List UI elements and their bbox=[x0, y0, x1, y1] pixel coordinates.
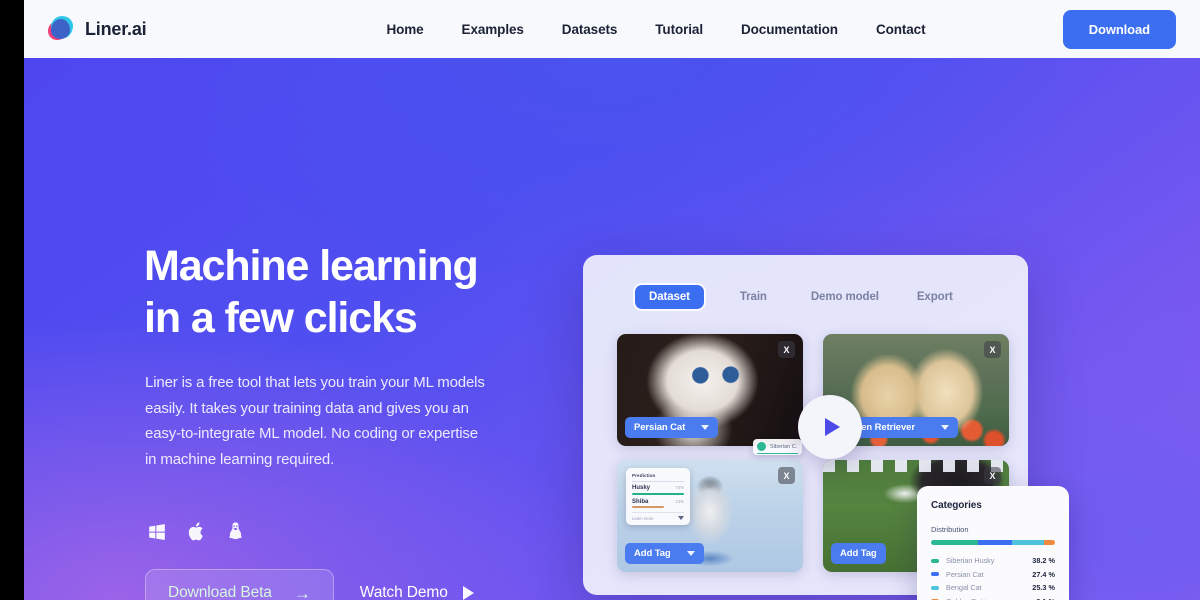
linux-icon bbox=[229, 522, 242, 540]
brand-name: Liner.ai bbox=[85, 18, 147, 39]
prediction-label: Shiba bbox=[632, 498, 649, 505]
download-beta-label: Download Beta bbox=[168, 584, 272, 600]
nav-links: Home Examples Datasets Tutorial Document… bbox=[386, 22, 925, 37]
category-percent: 25.3 % bbox=[1032, 583, 1055, 592]
dataset-card[interactable]: X Prediction Husky 74% Shiba 12% Learn m… bbox=[617, 460, 803, 572]
mockup-tabs: Dataset Train Demo model Export bbox=[635, 285, 967, 309]
hero-copy: Machine learning in a few clicks Liner i… bbox=[144, 58, 564, 600]
chevron-down-icon bbox=[686, 551, 695, 556]
nav-item-contact[interactable]: Contact bbox=[876, 22, 926, 37]
prediction-footer-label: Learn more bbox=[632, 515, 654, 521]
prediction-footer[interactable]: Learn more bbox=[632, 512, 684, 521]
nav-item-examples[interactable]: Examples bbox=[462, 22, 524, 37]
windows-icon bbox=[149, 523, 165, 540]
distribution-segment bbox=[978, 540, 1013, 545]
watch-demo-label: Watch Demo bbox=[359, 584, 448, 600]
siberian-chip-label: Siberian C. bbox=[770, 443, 798, 450]
nav-item-datasets[interactable]: Datasets bbox=[562, 22, 618, 37]
category-legend-row: Bengal Cat 25.3 % bbox=[931, 583, 1055, 592]
prediction-bar bbox=[632, 492, 684, 495]
distribution-label: Distribution bbox=[931, 525, 969, 534]
tag-label: Add Tag bbox=[634, 548, 671, 559]
categories-legend: Siberian Husky 38.2 % Persian Cat 27.4 % Ben… bbox=[931, 556, 1055, 600]
close-icon[interactable]: X bbox=[778, 467, 795, 484]
tab-train[interactable]: Train bbox=[726, 285, 781, 309]
tab-demo-model[interactable]: Demo model bbox=[797, 285, 893, 309]
nav-cta: Download bbox=[1062, 9, 1176, 49]
category-legend-row: Golden Retriever 9.1 % bbox=[931, 597, 1055, 600]
prediction-row: Husky 74% bbox=[632, 485, 684, 491]
dataset-card[interactable]: X Persian Cat bbox=[617, 334, 803, 446]
prediction-label: Husky bbox=[632, 485, 651, 491]
nav-item-tutorial[interactable]: Tutorial bbox=[655, 22, 703, 37]
prediction-panel: Prediction Husky 74% Shiba 12% Learn mor… bbox=[626, 468, 690, 525]
page-title: Machine learning in a few clicks bbox=[144, 242, 479, 342]
download-beta-button[interactable]: Download Beta → bbox=[145, 569, 334, 600]
download-button[interactable]: Download bbox=[1062, 9, 1176, 49]
close-icon[interactable]: X bbox=[984, 467, 1001, 484]
legend-swatch-icon bbox=[931, 572, 939, 576]
tag-badge-icon bbox=[757, 442, 766, 451]
nav-item-home[interactable]: Home bbox=[386, 22, 423, 37]
tab-dataset[interactable]: Dataset bbox=[635, 285, 704, 309]
distribution-segment bbox=[1012, 540, 1044, 545]
play-icon bbox=[824, 418, 840, 436]
add-tag-button[interactable]: Add Tag bbox=[831, 543, 886, 564]
watch-demo-button[interactable]: Watch Demo bbox=[356, 580, 478, 600]
video-play-button[interactable] bbox=[798, 395, 862, 459]
distribution-bar bbox=[931, 540, 1055, 545]
category-percent: 9.1 % bbox=[1036, 597, 1055, 600]
chevron-down-icon bbox=[701, 425, 710, 430]
liner-logo-icon bbox=[48, 16, 74, 42]
tag-label: Persian Cat bbox=[634, 422, 686, 433]
category-name: Bengal Cat bbox=[946, 583, 982, 592]
add-tag-button[interactable]: Add Tag bbox=[625, 543, 704, 564]
tag-dropdown-persian-cat[interactable]: Persian Cat bbox=[625, 417, 719, 438]
siberian-tag-chip[interactable]: Siberian C. bbox=[753, 439, 803, 455]
hero-cta-row: Download Beta → Watch Demo bbox=[145, 569, 478, 600]
platform-icons bbox=[147, 521, 244, 542]
webpage: Liner.ai Home Examples Datasets Tutorial… bbox=[24, 0, 1200, 600]
prediction-value: 12% bbox=[675, 498, 684, 504]
category-percent: 27.4 % bbox=[1032, 569, 1055, 579]
distribution-segment bbox=[931, 540, 979, 545]
apple-icon bbox=[188, 522, 203, 541]
category-name: Persian Cat bbox=[946, 569, 984, 579]
prediction-value: 74% bbox=[675, 485, 684, 490]
categories-title: Categories bbox=[931, 500, 982, 511]
categories-panel: Categories Distribution Siberian Husky 38… bbox=[917, 486, 1069, 600]
tab-export[interactable]: Export bbox=[903, 285, 967, 309]
brand-logo[interactable]: Liner.ai bbox=[48, 16, 147, 42]
close-icon[interactable]: X bbox=[984, 341, 1001, 358]
legend-swatch-icon bbox=[931, 585, 939, 590]
nav-item-documentation[interactable]: Documentation bbox=[741, 22, 838, 37]
hero-subtitle: Liner is a free tool that lets you train… bbox=[145, 374, 485, 468]
chevron-down-icon bbox=[940, 425, 949, 430]
divider bbox=[632, 481, 684, 482]
close-icon[interactable]: X bbox=[778, 341, 795, 358]
distribution-segment bbox=[1043, 540, 1055, 545]
play-icon bbox=[462, 586, 474, 600]
category-percent: 38.2 % bbox=[1032, 556, 1055, 565]
arrow-right-icon: → bbox=[293, 583, 311, 600]
chip-underline bbox=[757, 452, 799, 454]
category-name: Golden Retriever bbox=[946, 597, 1000, 600]
prediction-row: Shiba 12% bbox=[632, 499, 684, 505]
prediction-title: Prediction bbox=[632, 473, 656, 478]
prediction-bar bbox=[632, 506, 665, 508]
chevron-down-icon bbox=[678, 516, 684, 520]
legend-swatch-icon bbox=[931, 558, 939, 563]
hero-section: Machine learning in a few clicks Liner i… bbox=[24, 58, 1200, 600]
category-legend-row: Persian Cat 27.4 % bbox=[931, 570, 1055, 579]
tag-label: Add Tag bbox=[840, 548, 877, 559]
screenshot-root: Liner.ai Home Examples Datasets Tutorial… bbox=[0, 0, 1200, 600]
category-legend-row: Siberian Husky 38.2 % bbox=[931, 556, 1055, 565]
top-navigation-bar: Liner.ai Home Examples Datasets Tutorial… bbox=[24, 0, 1200, 58]
category-name: Siberian Husky bbox=[946, 556, 995, 565]
